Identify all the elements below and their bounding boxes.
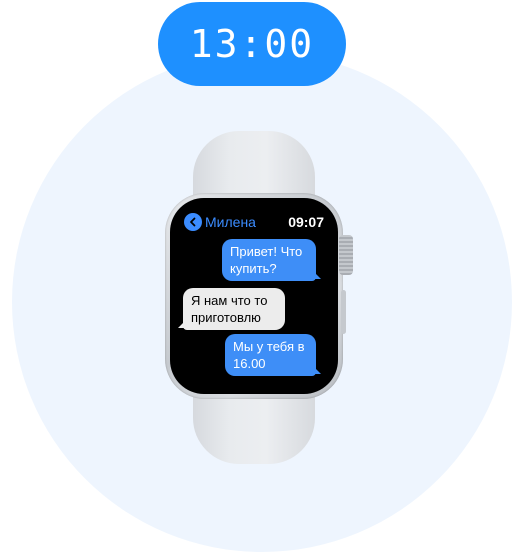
message-bubble-outgoing[interactable]: Привет! Что купить? — [222, 239, 316, 281]
message-bubble-outgoing[interactable]: Мы у тебя в 16.00 — [225, 334, 316, 376]
bubble-tail — [313, 366, 321, 374]
message-line: купить? — [230, 261, 277, 276]
digital-crown[interactable] — [339, 235, 353, 275]
message-line: 16.00 — [233, 356, 266, 371]
back-button[interactable]: Милена — [184, 213, 256, 231]
watch-screen: Милена 09:07 Привет! Что купить? Я нам ч… — [170, 198, 338, 394]
message-line: Я нам что то — [191, 293, 268, 308]
chevron-left-icon — [184, 213, 202, 231]
message-bubble-incoming[interactable]: Я нам что то приготовлю — [183, 288, 285, 330]
message-line: Привет! Что — [230, 244, 303, 259]
bubble-tail — [313, 271, 321, 279]
clock: 09:07 — [288, 214, 324, 230]
message-line: приготовлю — [191, 310, 261, 325]
time-badge: 13:00 — [158, 2, 346, 86]
contact-name: Милена — [205, 214, 256, 230]
status-bar: Милена 09:07 — [184, 212, 324, 232]
bubble-tail — [178, 320, 186, 328]
side-button[interactable] — [341, 290, 346, 334]
stage: 13:00 Милена 09:07 Привет! Что купить? Я… — [0, 0, 512, 552]
message-line: Мы у тебя в — [233, 339, 305, 354]
